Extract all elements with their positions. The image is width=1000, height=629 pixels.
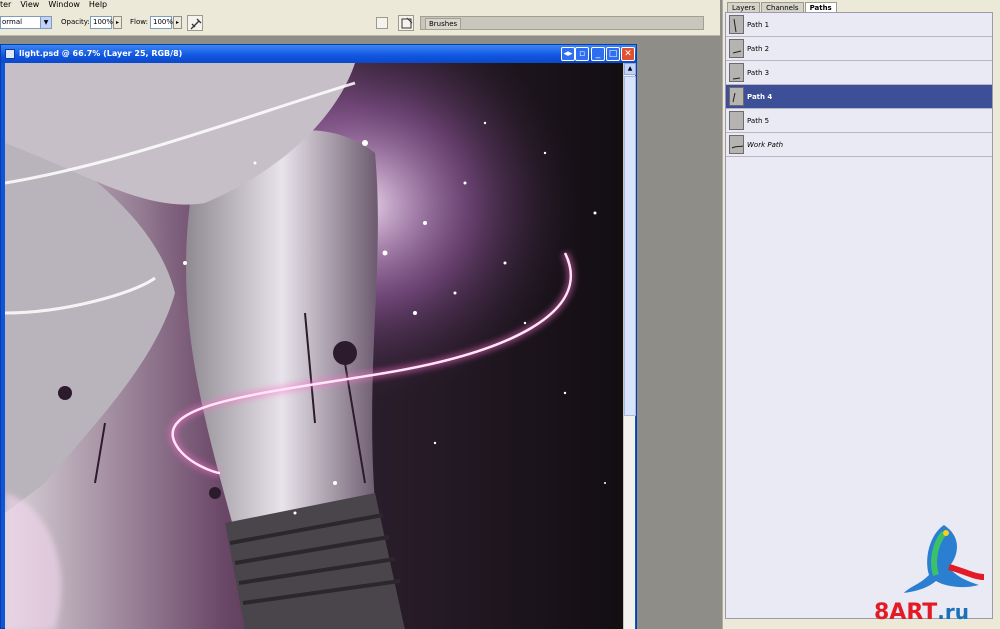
blend-mode-value: ormal — [2, 18, 23, 26]
document-canvas[interactable] — [5, 63, 623, 629]
palette-toggle-icon[interactable] — [376, 17, 388, 29]
watermark-suffix: .ru — [937, 600, 969, 624]
maximize-icon: □ — [608, 49, 618, 59]
path-thumbnail — [729, 135, 744, 154]
path-thumbnail — [729, 87, 744, 106]
menu-item-filter[interactable]: ter — [0, 0, 11, 10]
flow-label: Flow: — [130, 18, 148, 26]
vertical-scrollbar[interactable]: ▲ — [623, 63, 636, 629]
maximize-button[interactable]: □ — [606, 47, 620, 61]
arrange-icon: ◂▸ — [563, 49, 573, 59]
path-row-work[interactable]: Work Path — [726, 133, 992, 157]
scroll-thumb[interactable] — [624, 76, 636, 416]
minimize-button[interactable]: _ — [591, 47, 605, 61]
path-label: Path 3 — [747, 69, 770, 77]
document-title-bar[interactable]: light.psd @ 66.7% (Layer 25, RGB/8) ◂▸ ▫… — [1, 45, 636, 63]
brush-preset-icon[interactable] — [398, 15, 414, 31]
scroll-up-icon[interactable]: ▲ — [624, 63, 636, 75]
flow-field[interactable]: 100% — [150, 16, 173, 29]
path-label: Path 1 — [747, 21, 770, 29]
menu-item-window[interactable]: Window — [48, 0, 80, 10]
document-icon — [5, 49, 15, 59]
path-label: Path 5 — [747, 117, 770, 125]
path-row-3[interactable]: Path 3 — [726, 61, 992, 85]
path-label: Path 4 — [747, 93, 773, 101]
menu-item-help[interactable]: Help — [89, 0, 107, 10]
path-thumbnail — [729, 15, 744, 34]
tab-brushes[interactable]: Brushes — [425, 18, 462, 30]
menu-item-view[interactable]: View — [20, 0, 39, 10]
opacity-arrow-icon[interactable]: ▸ — [113, 16, 122, 29]
path-row-1[interactable]: Path 1 — [726, 13, 992, 37]
close-icon: ✕ — [624, 49, 632, 59]
path-thumbnail — [729, 63, 744, 82]
path-row-4[interactable]: Path 4 — [726, 85, 992, 109]
path-row-2[interactable]: Path 2 — [726, 37, 992, 61]
path-thumbnail — [729, 39, 744, 58]
artwork-image — [5, 63, 623, 629]
screen-mode-button[interactable]: ▫ — [575, 47, 589, 61]
path-label: Work Path — [747, 141, 784, 149]
watermark-main: 8ART — [874, 600, 938, 625]
document-title: light.psd @ 66.7% (Layer 25, RGB/8) — [19, 49, 183, 58]
opacity-label: Opacity: — [61, 18, 90, 26]
menu-bar: ter View Window Help — [0, 0, 720, 10]
airbrush-icon[interactable] — [187, 15, 203, 31]
minimize-icon: _ — [595, 49, 601, 59]
screen-mode-icon: ▫ — [578, 49, 586, 59]
brushes-palette-well: Brushes — [420, 16, 704, 30]
path-label: Path 2 — [747, 45, 770, 53]
watermark-text: 8ART.ru — [874, 600, 969, 625]
document-window: light.psd @ 66.7% (Layer 25, RGB/8) ◂▸ ▫… — [0, 44, 637, 629]
flow-arrow-icon[interactable]: ▸ — [173, 16, 182, 29]
close-button[interactable]: ✕ — [621, 47, 635, 61]
arrange-button[interactable]: ◂▸ — [561, 47, 575, 61]
options-bar: ormal ▼ Opacity: 100% ▸ Flow: 100% ▸ Bru… — [0, 10, 720, 36]
path-row-5[interactable]: Path 5 — [726, 109, 992, 133]
chevron-down-icon[interactable]: ▼ — [40, 17, 51, 28]
opacity-field[interactable]: 100% — [90, 16, 113, 29]
blend-mode-select[interactable]: ormal ▼ — [0, 16, 52, 29]
path-thumbnail — [729, 111, 744, 130]
